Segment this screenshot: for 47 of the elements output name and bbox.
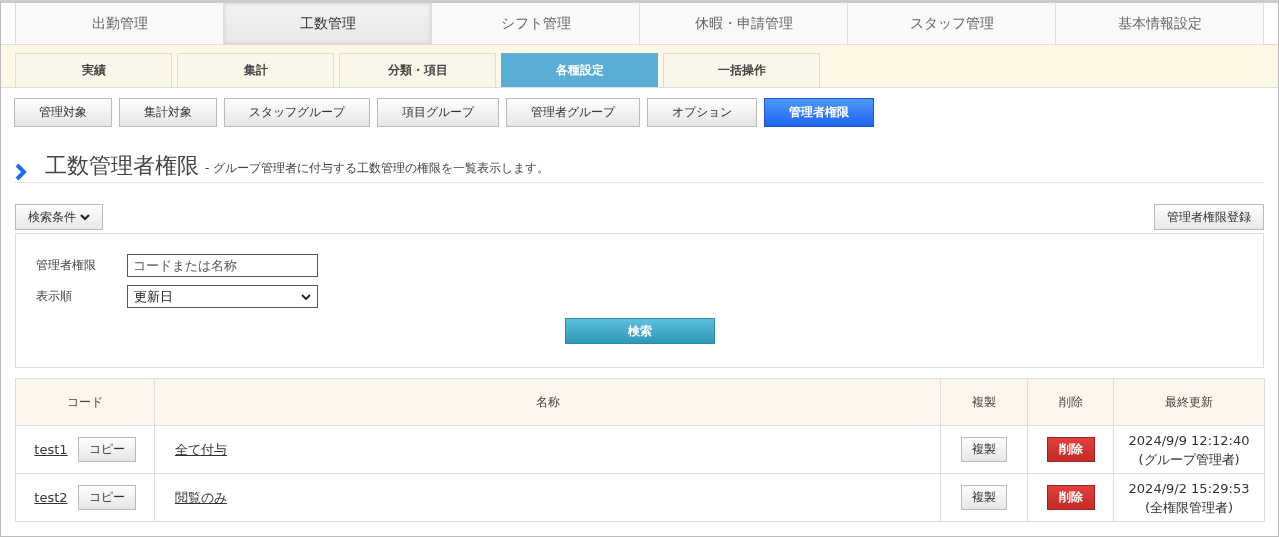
sub-tab[interactable]: 実績 bbox=[15, 53, 172, 87]
main-tab[interactable]: 休暇・申請管理 bbox=[639, 3, 847, 44]
code-link[interactable]: test1 bbox=[34, 442, 68, 457]
copy-button[interactable]: コピー bbox=[77, 485, 136, 510]
delete-button[interactable]: 削除 bbox=[1046, 437, 1095, 462]
name-link[interactable]: 全て付与 bbox=[174, 441, 227, 457]
page-title: 工数管理者権限 bbox=[45, 152, 199, 180]
column-header: 名称 bbox=[154, 378, 941, 426]
settings-tab-button[interactable]: 項目グループ bbox=[377, 98, 499, 127]
chevron-icon bbox=[15, 163, 27, 181]
main-tab[interactable]: 工数管理 bbox=[223, 3, 431, 44]
field-label: 表示順 bbox=[36, 288, 73, 305]
page-description: - グループ管理者に付与する工数管理の権限を一覧表示します。 bbox=[205, 160, 550, 177]
settings-tab-button[interactable]: 集計対象 bbox=[119, 98, 217, 127]
field-label: 管理者権限 bbox=[36, 257, 97, 274]
settings-tab-button[interactable]: 管理者権限 bbox=[764, 98, 874, 127]
main-tab[interactable]: 基本情報設定 bbox=[1055, 3, 1264, 44]
updated-by: (グループ管理者) bbox=[1137, 450, 1241, 469]
settings-tab-button[interactable]: 管理者グループ bbox=[506, 98, 640, 127]
settings-tab-button[interactable]: オプション bbox=[647, 98, 757, 127]
select-field[interactable]: 更新日 bbox=[127, 285, 318, 308]
column-header: 複製 bbox=[940, 378, 1028, 426]
settings-tab-button[interactable]: 管理対象 bbox=[14, 98, 112, 127]
sub-tab[interactable]: 一括操作 bbox=[663, 53, 820, 87]
main-tab[interactable]: シフト管理 bbox=[431, 3, 639, 44]
duplicate-button[interactable]: 複製 bbox=[961, 485, 1008, 510]
sub-tab[interactable]: 集計 bbox=[177, 53, 334, 87]
main-tab[interactable]: スタッフ管理 bbox=[847, 3, 1055, 44]
chevron-down-icon bbox=[80, 213, 90, 221]
chevron-down-icon bbox=[301, 292, 311, 301]
column-header: 最終更新 bbox=[1113, 378, 1265, 426]
input-field[interactable]: コードまたは名称 bbox=[127, 254, 318, 277]
copy-button[interactable]: コピー bbox=[77, 437, 136, 462]
delete-button[interactable]: 削除 bbox=[1046, 485, 1095, 510]
name-link[interactable]: 閲覧のみ bbox=[174, 489, 227, 505]
code-link[interactable]: test2 bbox=[34, 490, 68, 505]
column-header: 削除 bbox=[1027, 378, 1114, 426]
search-conditions-button[interactable]: 検索条件 bbox=[15, 204, 103, 230]
updated-timestamp: 2024/9/9 12:12:40 bbox=[1127, 431, 1251, 450]
settings-tab-button[interactable]: スタッフグループ bbox=[224, 98, 370, 127]
updated-timestamp: 2024/9/2 15:29:53 bbox=[1127, 479, 1251, 498]
duplicate-button[interactable]: 複製 bbox=[961, 437, 1008, 462]
column-header: コード bbox=[15, 378, 155, 426]
main-tab[interactable]: 出勤管理 bbox=[15, 3, 223, 44]
register-button[interactable]: 管理者権限登録 bbox=[1154, 204, 1264, 230]
updated-by: (全権限管理者) bbox=[1143, 498, 1235, 517]
sub-tab[interactable]: 分類・項目 bbox=[339, 53, 496, 87]
